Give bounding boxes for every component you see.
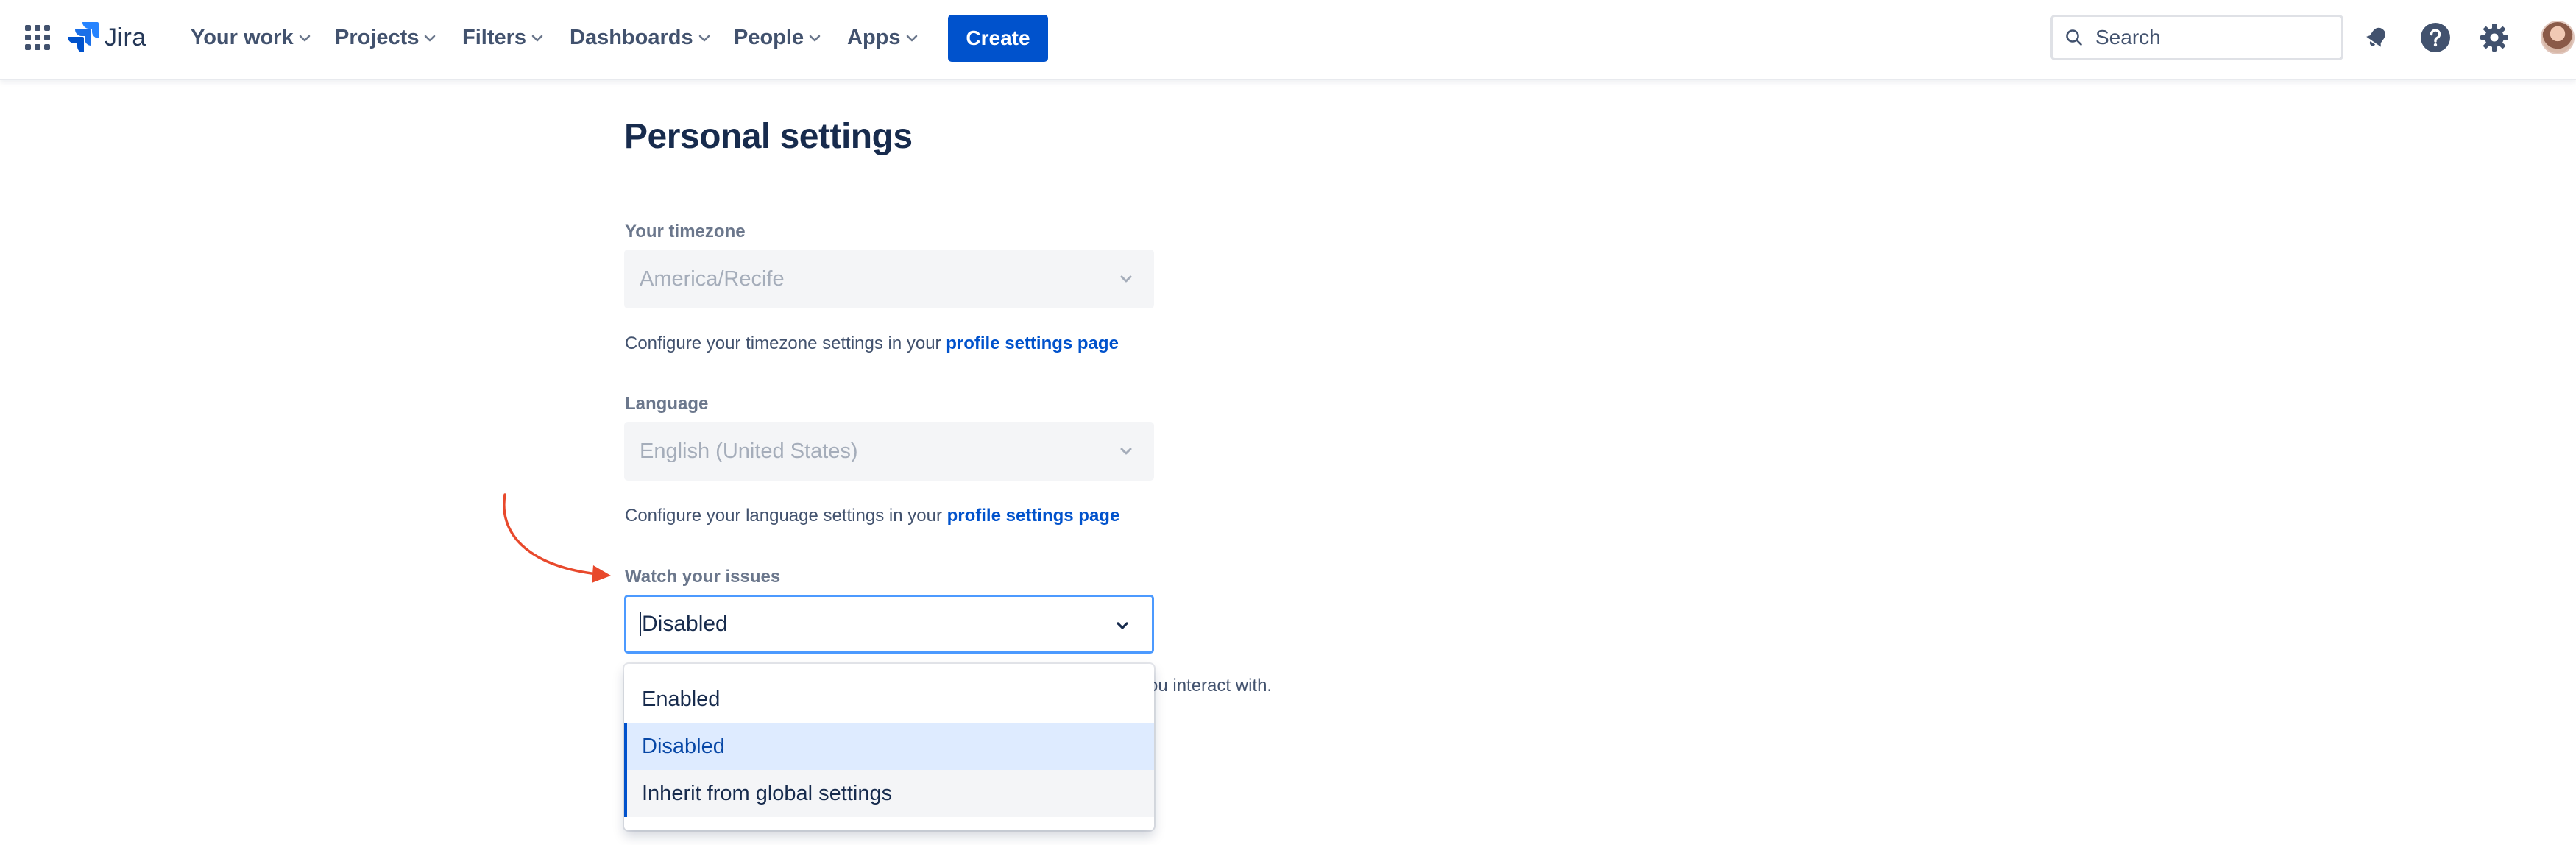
annotation-arrow — [503, 493, 611, 583]
chevron-down-icon — [905, 24, 919, 49]
chevron-down-icon — [531, 24, 544, 49]
nav-your-work[interactable]: Your work — [191, 22, 311, 53]
language-value: English (United States) — [640, 439, 858, 463]
chevron-down-icon — [298, 24, 311, 49]
chevron-down-icon — [1117, 270, 1135, 288]
nav-label: Projects — [335, 25, 420, 49]
chevron-down-icon — [1112, 615, 1133, 636]
watch-issues-value: Disabled — [642, 612, 728, 636]
timezone-label: Your timezone — [625, 222, 746, 241]
watch-issues-label: Watch your issues — [625, 567, 781, 587]
timezone-helper-text: Configure your timezone settings in your — [625, 333, 946, 353]
timezone-value: America/Recife — [640, 266, 785, 291]
timezone-helper: Configure your timezone settings in your… — [625, 333, 1119, 354]
timezone-profile-settings-link[interactable]: profile settings page — [946, 333, 1119, 353]
nav-label: Filters — [462, 25, 527, 49]
gear-icon[interactable] — [2479, 22, 2510, 53]
language-profile-settings-link[interactable]: profile settings page — [947, 506, 1120, 526]
chevron-down-icon — [423, 24, 436, 49]
language-helper: Configure your language settings in your… — [625, 506, 1119, 526]
page-title: Personal settings — [624, 117, 913, 156]
language-label: Language — [625, 394, 709, 414]
watch-issues-dropdown: Enabled Disabled Inherit from global set… — [624, 664, 1154, 830]
watch-issues-helper: ou interact with. — [1148, 676, 1273, 696]
avatar[interactable] — [2541, 21, 2575, 54]
nav-projects[interactable]: Projects — [335, 22, 436, 53]
chevron-down-icon — [698, 24, 711, 49]
watch-issues-select[interactable]: Disabled — [624, 595, 1154, 654]
app-switcher-icon[interactable] — [25, 25, 50, 50]
bell-icon[interactable] — [2361, 22, 2392, 53]
nav-apps[interactable]: Apps — [847, 22, 919, 53]
nav-people[interactable]: People — [734, 22, 821, 53]
jira-logo-text: Jira — [105, 23, 146, 52]
nav-filters[interactable]: Filters — [462, 22, 544, 53]
chevron-down-icon — [808, 24, 821, 49]
nav-label: People — [734, 25, 804, 49]
search-icon — [2064, 28, 2084, 47]
jira-logo-icon — [68, 21, 99, 55]
top-navigation: Jira Your work Projects Filters Dashboar… — [0, 0, 2576, 80]
help-icon[interactable] — [2420, 22, 2451, 53]
nav-label: Your work — [191, 25, 294, 49]
create-button[interactable]: Create — [948, 15, 1048, 62]
option-enabled[interactable]: Enabled — [624, 676, 1154, 723]
language-select: English (United States) — [624, 422, 1154, 481]
nav-label: Dashboards — [570, 25, 693, 49]
option-inherit-global[interactable]: Inherit from global settings — [624, 770, 1154, 817]
search-input[interactable] — [2094, 25, 2318, 50]
nav-label: Apps — [847, 25, 901, 49]
option-disabled[interactable]: Disabled — [624, 723, 1154, 770]
language-helper-text: Configure your language settings in your — [625, 506, 947, 526]
text-cursor — [640, 612, 641, 636]
nav-dashboards[interactable]: Dashboards — [570, 22, 711, 53]
timezone-select: America/Recife — [624, 250, 1154, 308]
jira-logo[interactable]: Jira — [68, 19, 146, 56]
chevron-down-icon — [1117, 442, 1135, 460]
search-box[interactable] — [2050, 15, 2343, 60]
